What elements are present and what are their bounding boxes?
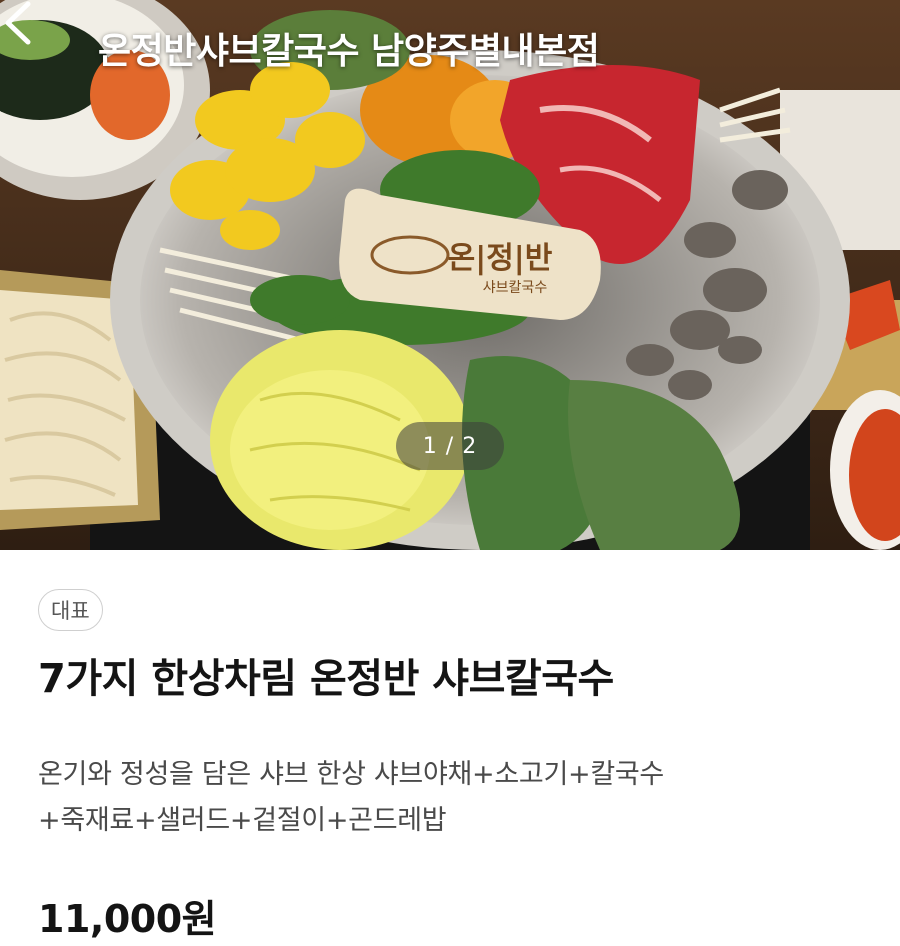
menu-price: 11,000원 bbox=[38, 897, 217, 941]
representative-badge: 대표 bbox=[38, 589, 103, 631]
store-title: 온정반샤브칼국수 남양주별내본점 bbox=[98, 31, 600, 72]
menu-description-line: +죽재료+샐러드+겉절이+곤드레밥 bbox=[38, 805, 447, 836]
photo-page-indicator: 1 / 2 bbox=[396, 422, 504, 470]
chevron-left-icon bbox=[5, 1, 31, 45]
plate-logo-subtext: 샤브칼국수 bbox=[483, 280, 548, 296]
header-bar: 온정반샤브칼국수 남양주별내본점 bbox=[0, 0, 900, 96]
plate-logo-text: 온|정|반 bbox=[448, 241, 553, 276]
menu-name: 7가지 한상차림 온정반 샤브칼국수 bbox=[38, 656, 614, 702]
menu-description: 온기와 정성을 담은 샤브 한상 샤브야채+소고기+칼국수 +죽재료+샐러드+겉… bbox=[38, 752, 868, 844]
menu-photo-carousel[interactable]: 온|정|반샤브칼국수 온정반샤브칼국수 남양주별내본점 1 / 2 bbox=[0, 0, 900, 550]
back-button[interactable] bbox=[5, 1, 88, 79]
menu-description-line: 온기와 정성을 담은 샤브 한상 샤브야채+소고기+칼국수 bbox=[38, 759, 664, 790]
